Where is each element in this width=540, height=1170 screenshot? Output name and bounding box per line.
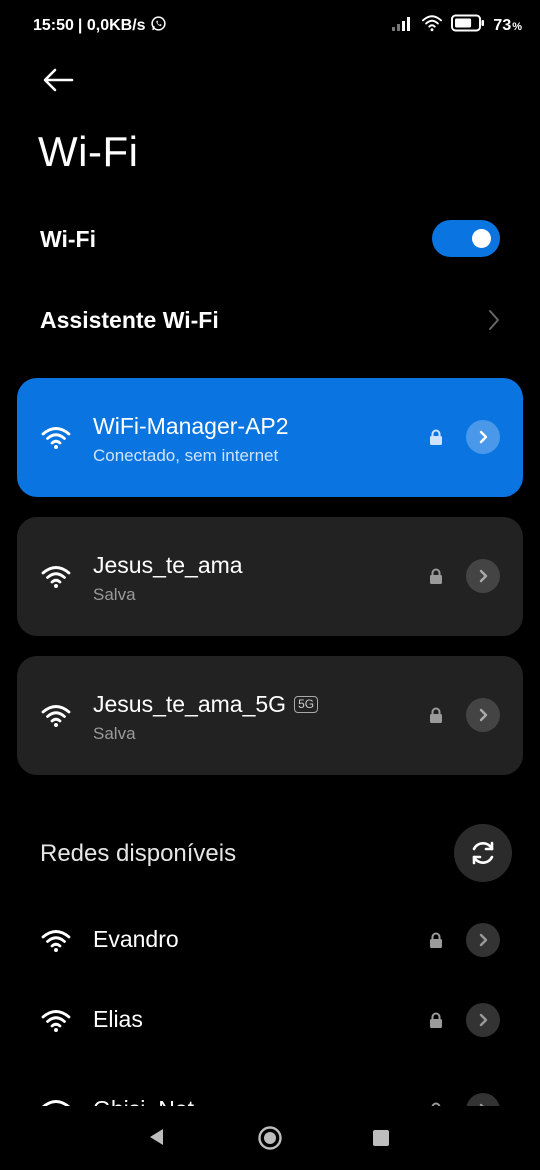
battery-percent: 73% (493, 16, 522, 34)
wifi-settings-screen: 15:50 | 0,0KB/s 73% Wi-Fi Wi-Fi Assisten… (0, 0, 540, 1170)
5g-badge: 5G (294, 696, 319, 713)
status-right: 73% (391, 14, 522, 37)
wifi-status-icon (421, 14, 443, 37)
network-ssid: WiFi-Manager-AP2 (93, 413, 289, 439)
chevron-right-icon (479, 430, 488, 444)
refresh-icon (472, 841, 494, 865)
whatsapp-icon (150, 15, 167, 37)
signal-icon (391, 15, 413, 36)
chevron-right-icon (479, 569, 488, 583)
network-ssid: Jesus_te_ama (93, 552, 243, 578)
assistant-wifi-item[interactable]: Assistente Wi-Fi (40, 307, 219, 334)
lock-icon (430, 932, 442, 948)
available-networks-title: Redes disponíveis (40, 840, 237, 867)
saved-network-card[interactable]: Jesus_te_ama Salva (17, 517, 523, 636)
network-status: Salva (93, 585, 136, 604)
page-title: Wi-Fi (38, 128, 139, 175)
wifi-signal-icon (41, 427, 71, 449)
wifi-toggle-switch[interactable] (432, 220, 500, 257)
chevron-right-icon[interactable] (484, 306, 504, 334)
status-time: 15:50 (33, 17, 74, 34)
nav-home-icon[interactable] (257, 1125, 283, 1151)
lock-icon (430, 429, 442, 445)
chevron-right-icon (479, 933, 488, 947)
network-details-button[interactable] (466, 559, 500, 593)
saved-network-card-connected[interactable]: WiFi-Manager-AP2 Conectado, sem internet (17, 378, 523, 497)
wifi-signal-icon (41, 705, 71, 727)
available-network-item[interactable]: Ghisi_Net (0, 1080, 540, 1106)
status-bar: 15:50 | 0,0KB/s 73% (0, 0, 540, 50)
nav-back-icon[interactable] (146, 1126, 166, 1148)
available-network-item[interactable]: Elias (0, 990, 540, 1050)
wifi-signal-icon (41, 1010, 71, 1032)
network-speed: | 0,0KB/s (77, 17, 146, 34)
network-details-button[interactable] (466, 420, 500, 454)
network-details-button[interactable] (466, 1003, 500, 1037)
lock-icon (430, 1012, 442, 1028)
refresh-button[interactable] (454, 824, 512, 882)
wifi-signal-icon (41, 930, 71, 952)
network-ssid: Ghisi_Net (93, 1096, 194, 1106)
network-status: Salva (93, 724, 136, 743)
chevron-right-icon (479, 1013, 488, 1027)
network-details-button[interactable] (466, 1093, 500, 1106)
toggle-knob (472, 229, 491, 248)
navigation-bar (0, 1106, 540, 1170)
available-network-item[interactable]: Evandro (0, 910, 540, 970)
arrow-left-icon (43, 68, 74, 92)
wifi-signal-icon (42, 1100, 70, 1106)
back-button[interactable] (40, 64, 76, 96)
partially-visible-row-clip: Ghisi_Net (0, 1080, 540, 1106)
lock-icon (430, 707, 442, 723)
battery-percent-unit: % (512, 20, 522, 33)
network-details-button[interactable] (466, 923, 500, 957)
status-left: 15:50 | 0,0KB/s (33, 15, 167, 37)
nav-recents-icon[interactable] (373, 1130, 389, 1146)
wifi-toggle-label: Wi-Fi (40, 226, 96, 252)
network-ssid: Evandro (93, 926, 179, 952)
wifi-signal-icon (41, 566, 71, 588)
lock-icon (430, 568, 442, 584)
chevron-right-icon (479, 708, 488, 722)
saved-network-card[interactable]: Jesus_te_ama_5G 5G Salva (17, 656, 523, 775)
network-details-button[interactable] (466, 698, 500, 732)
network-status: Conectado, sem internet (93, 446, 279, 465)
battery-icon (451, 14, 485, 37)
network-ssid: Jesus_te_ama_5G 5G (93, 691, 319, 718)
network-ssid: Elias (93, 1006, 143, 1032)
